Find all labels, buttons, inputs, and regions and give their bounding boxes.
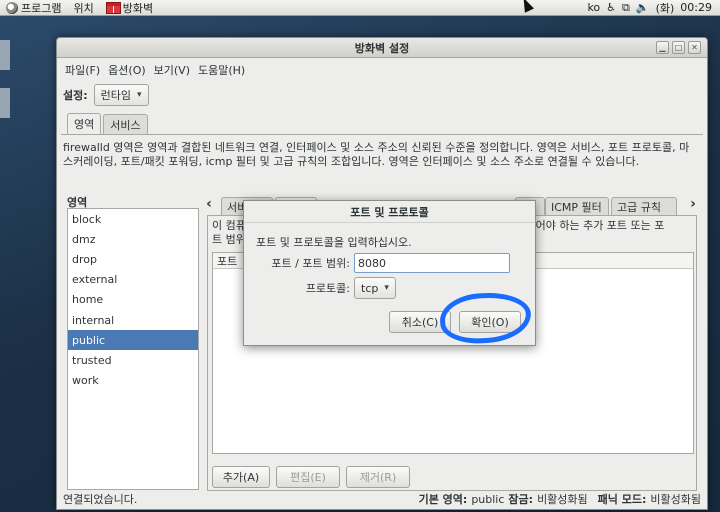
active-app-menu[interactable]: 방화벽 bbox=[100, 0, 159, 16]
clock[interactable]: 00:29 bbox=[680, 1, 712, 14]
panic-mode-value: 비활성화됨 bbox=[650, 493, 701, 506]
list-item[interactable]: trusted bbox=[68, 350, 198, 370]
lockdown-value: 비활성화됨 bbox=[537, 493, 588, 506]
network-icon[interactable]: ⧉ bbox=[622, 1, 630, 15]
close-button[interactable]: ✕ bbox=[688, 41, 701, 54]
list-item[interactable]: dmz bbox=[68, 229, 198, 249]
subtab-icmp-filter[interactable]: ICMP 필터 bbox=[545, 197, 609, 215]
minimize-button[interactable]: ▁ bbox=[656, 41, 669, 54]
configuration-select[interactable]: 런타임 ▾ bbox=[93, 84, 149, 106]
places-menu[interactable]: 위치 bbox=[67, 0, 99, 16]
chevron-right-icon[interactable]: › bbox=[687, 195, 699, 213]
firewall-icon bbox=[105, 1, 121, 14]
protocol-select[interactable]: tcp ▾ bbox=[354, 277, 396, 299]
status-bar: 연결되었습니다. 기본 영역: public 잠금: 비활성화됨 패닉 모드: … bbox=[57, 489, 707, 509]
maximize-button[interactable]: □ bbox=[672, 41, 685, 54]
list-item[interactable]: home bbox=[68, 290, 198, 310]
desktop-icon[interactable] bbox=[0, 40, 10, 70]
add-port-button[interactable]: 추가(A) bbox=[212, 466, 270, 488]
list-item[interactable]: block bbox=[68, 209, 198, 229]
dialog-title: 포트 및 프로토콜 bbox=[244, 201, 535, 223]
port-protocol-dialog: 포트 및 프로토콜 포트 및 프로토콜을 입력하십시오. 포트 / 포트 범위:… bbox=[243, 200, 536, 346]
zones-description: firewalld 영역은 영역과 결합된 네트워크 연결, 인터페이스 및 소… bbox=[63, 141, 690, 168]
chevron-down-icon: ▾ bbox=[137, 90, 142, 100]
menu-options[interactable]: 옵션(O) bbox=[104, 62, 149, 78]
default-zone-label: 기본 영역: bbox=[418, 493, 468, 506]
accessibility-icon[interactable]: ♿ bbox=[606, 1, 616, 14]
dialog-prompt: 포트 및 프로토콜을 입력하십시오. bbox=[256, 236, 412, 249]
keyboard-layout-indicator[interactable]: ko bbox=[587, 1, 600, 14]
window-title: 방화벽 설정 bbox=[354, 41, 410, 55]
edit-port-button[interactable]: 편집(E) bbox=[276, 466, 340, 488]
day-label[interactable]: (화) bbox=[656, 0, 675, 16]
volume-icon[interactable]: 🔈 bbox=[636, 1, 650, 14]
chevron-down-icon: ▾ bbox=[384, 283, 389, 293]
zones-list: block dmz drop external home internal pu… bbox=[67, 208, 199, 490]
configuration-label: 설정: bbox=[63, 89, 88, 102]
remove-port-button[interactable]: 제거(R) bbox=[346, 466, 410, 488]
applications-menu[interactable]: 프로그램 bbox=[0, 0, 67, 16]
subtab-rich-rules[interactable]: 고급 규칙 bbox=[611, 197, 677, 215]
chevron-left-icon[interactable]: ‹ bbox=[203, 195, 215, 213]
panic-mode-label: 패닉 모드: bbox=[597, 493, 647, 506]
menu-view[interactable]: 보기(V) bbox=[150, 62, 194, 78]
list-item[interactable]: drop bbox=[68, 249, 198, 269]
column-header-port[interactable]: 포트 bbox=[217, 253, 237, 269]
port-range-label: 포트 / 포트 범위: bbox=[271, 257, 350, 270]
desktop-icon[interactable] bbox=[0, 88, 10, 118]
connection-status: 연결되었습니다. bbox=[63, 493, 138, 506]
protocol-label: 프로토콜: bbox=[305, 282, 350, 295]
menu-file[interactable]: 파일(F) bbox=[61, 62, 104, 78]
lockdown-label: 잠금: bbox=[508, 493, 534, 506]
tab-services[interactable]: 서비스 bbox=[103, 114, 148, 134]
menubar: 파일(F) 옵션(O) 보기(V) 도움말(H) bbox=[57, 58, 707, 82]
top-panel: 프로그램 위치 방화벽 ko ♿ ⧉ 🔈 (화) 00:29 bbox=[0, 0, 720, 16]
list-item[interactable]: external bbox=[68, 270, 198, 290]
list-item[interactable]: work bbox=[68, 371, 198, 391]
tab-zones[interactable]: 영역 bbox=[67, 113, 102, 134]
applications-icon bbox=[6, 1, 18, 14]
cancel-button[interactable]: 취소(C) bbox=[389, 311, 451, 333]
port-range-input[interactable]: 8080 bbox=[354, 253, 510, 273]
window-titlebar[interactable]: 방화벽 설정 ▁ □ ✕ bbox=[57, 38, 707, 58]
default-zone-value: public bbox=[471, 492, 505, 506]
list-item-selected[interactable]: public bbox=[68, 330, 198, 351]
list-item[interactable]: internal bbox=[68, 310, 198, 330]
menu-help[interactable]: 도움말(H) bbox=[194, 62, 249, 78]
ok-button[interactable]: 확인(O) bbox=[459, 311, 521, 333]
